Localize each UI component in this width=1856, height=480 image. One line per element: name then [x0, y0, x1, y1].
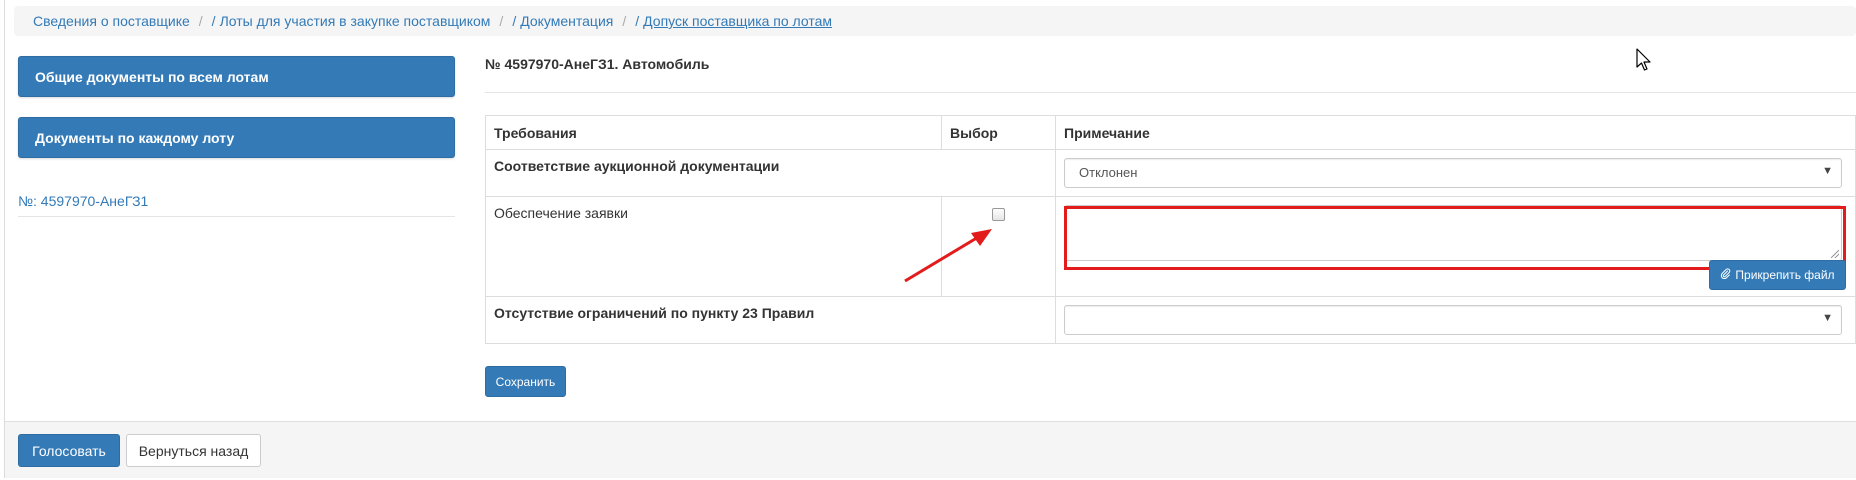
selection-checkbox[interactable]: [992, 208, 1005, 221]
requirements-table: Требования Выбор Примечание Соответствие…: [485, 115, 1856, 344]
breadcrumb-separator: /: [622, 13, 627, 29]
lot-link[interactable]: №: 4597970-АнеГЗ1: [18, 193, 455, 217]
attach-file-label: Прикрепить файл: [1735, 268, 1835, 282]
note-cell: ▼: [1055, 296, 1856, 344]
mouse-cursor-icon: [1636, 48, 1651, 71]
breadcrumb-supplier-info[interactable]: Сведения о поставщике: [33, 13, 190, 29]
paperclip-icon: [1720, 268, 1731, 282]
restriction-select[interactable]: ▼: [1064, 305, 1842, 335]
table-header-row: Требования Выбор Примечание: [485, 115, 1856, 150]
selection-cell: [941, 196, 1056, 297]
common-docs-button[interactable]: Общие документы по всем лотам: [18, 56, 455, 97]
note-cell: Отклонен ▼: [1055, 149, 1856, 197]
title-divider: [485, 92, 1856, 93]
breadcrumb-separator: /: [198, 13, 203, 29]
breadcrumb-slash: /: [211, 13, 216, 29]
breadcrumb-documentation[interactable]: Документация: [520, 13, 613, 29]
back-button[interactable]: Вернуться назад: [126, 434, 261, 467]
requirement-label: Соответствие аукционной документации: [485, 149, 1056, 197]
lot-title: № 4597970-АнеГЗ1. Автомобиль: [485, 56, 710, 72]
status-select[interactable]: Отклонен ▼: [1064, 158, 1842, 188]
requirement-label: Обеспечение заявки: [485, 196, 942, 297]
resize-handle-icon[interactable]: [1831, 250, 1839, 258]
header-note: Примечание: [1055, 115, 1856, 150]
footer-bar: Голосовать Вернуться назад: [5, 421, 1856, 478]
chevron-down-icon: ▼: [1822, 312, 1833, 324]
table-row: Отсутствие ограничений по пункту 23 Прав…: [485, 296, 1856, 344]
breadcrumb-lots[interactable]: Лоты для участия в закупке поставщиком: [220, 13, 491, 29]
breadcrumb: Сведения о поставщике / / Лоты для участ…: [14, 6, 1856, 36]
requirement-label: Отсутствие ограничений по пункту 23 Прав…: [485, 296, 1056, 344]
attach-file-button[interactable]: Прикрепить файл: [1709, 260, 1846, 290]
per-lot-docs-button[interactable]: Документы по каждому лоту: [18, 117, 455, 158]
vote-button[interactable]: Голосовать: [18, 434, 120, 467]
header-requirements: Требования: [485, 115, 942, 150]
status-select-value: Отклонен: [1079, 165, 1138, 180]
breadcrumb-slash: /: [635, 13, 640, 29]
chevron-down-icon: ▼: [1822, 165, 1833, 177]
breadcrumb-slash: /: [512, 13, 517, 29]
lot-link-label[interactable]: №: 4597970-АнеГЗ1: [18, 193, 148, 209]
breadcrumb-separator: /: [499, 13, 504, 29]
table-row: Обеспечение заявки: [485, 196, 1856, 297]
save-button[interactable]: Сохранить: [485, 366, 566, 397]
breadcrumb-admission[interactable]: Допуск поставщика по лотам: [643, 13, 832, 29]
note-textarea[interactable]: [1064, 205, 1842, 261]
table-row: Соответствие аукционной документации Отк…: [485, 149, 1856, 197]
header-selection: Выбор: [941, 115, 1056, 150]
